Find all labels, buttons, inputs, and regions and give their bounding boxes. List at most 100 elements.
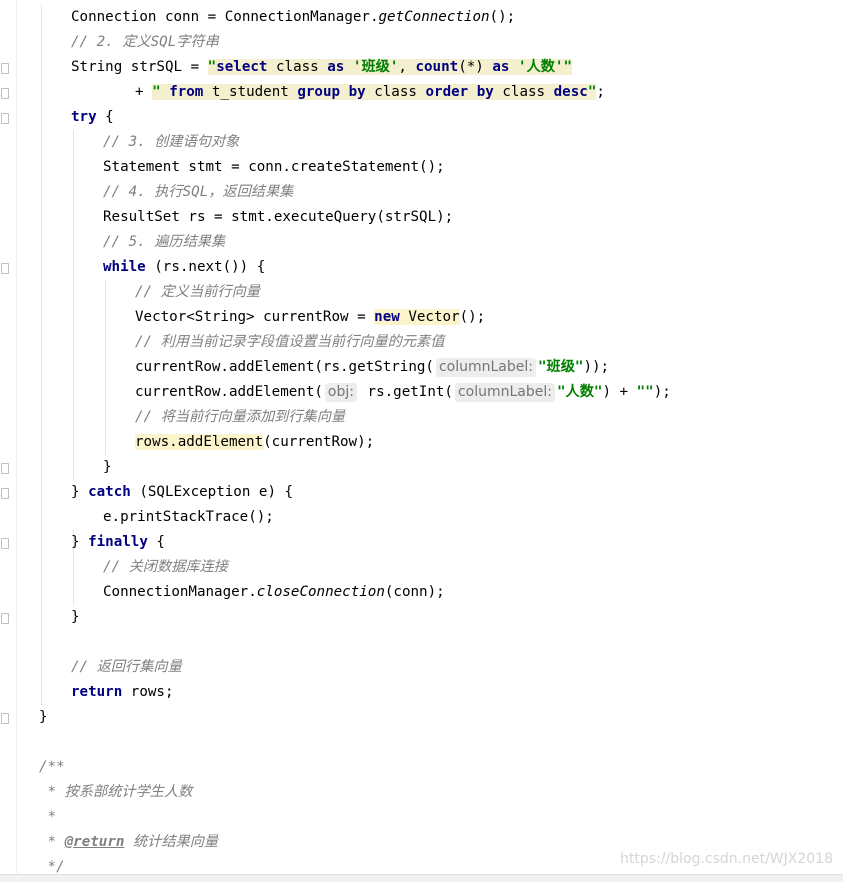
code-token: class bbox=[365, 84, 426, 100]
code-token: rows; bbox=[122, 684, 174, 700]
code-line[interactable]: // 3. 创建语句对象 bbox=[103, 130, 239, 155]
watermark: https://blog.csdn.net/WJX2018 bbox=[620, 851, 833, 867]
code-token: */ bbox=[39, 859, 65, 875]
code-token: )); bbox=[583, 359, 610, 375]
code-line[interactable]: Vector<String> currentRow = new Vector()… bbox=[135, 305, 485, 330]
fold-toggle-icon[interactable] bbox=[1, 113, 9, 124]
code-token: Connection conn = ConnectionManager. bbox=[71, 9, 379, 25]
code-line[interactable]: // 4. 执行SQL，返回结果集 bbox=[103, 180, 293, 205]
code-token: // 3. 创建语句对象 bbox=[103, 134, 240, 150]
code-token: } bbox=[39, 709, 48, 725]
code-token: catch bbox=[88, 484, 131, 500]
code-token: as bbox=[492, 59, 510, 75]
code-token: * bbox=[39, 834, 65, 850]
code-line[interactable]: + " from t_student group by class order … bbox=[135, 80, 605, 105]
code-token: } bbox=[71, 609, 80, 625]
code-line[interactable]: // 关闭数据库连接 bbox=[103, 555, 228, 580]
parameter-hint: columnLabel: bbox=[435, 358, 536, 377]
code-line[interactable]: ResultSet rs = stmt.executeQuery(strSQL)… bbox=[103, 205, 453, 230]
code-token: // 关闭数据库连接 bbox=[103, 559, 228, 575]
code-token: ConnectionManager. bbox=[103, 584, 257, 600]
code-token: @return bbox=[64, 834, 125, 850]
fold-toggle-icon[interactable] bbox=[1, 538, 9, 549]
code-token: String strSQL = bbox=[71, 59, 208, 75]
fold-toggle-icon[interactable] bbox=[1, 263, 9, 274]
code-token: " bbox=[152, 84, 170, 100]
indent-guide bbox=[73, 130, 74, 480]
code-token: from bbox=[169, 84, 204, 100]
code-line[interactable]: while (rs.next()) { bbox=[103, 255, 265, 280]
code-line[interactable]: // 返回行集向量 bbox=[71, 655, 182, 680]
fold-toggle-icon[interactable] bbox=[1, 463, 9, 474]
code-token: + bbox=[135, 84, 153, 100]
indent-guide bbox=[41, 5, 42, 705]
code-token: rs.getInt( bbox=[358, 384, 453, 400]
code-line[interactable]: } bbox=[39, 705, 48, 730]
code-token: closeConnection bbox=[256, 584, 385, 600]
code-line[interactable]: currentRow.addElement(rs.getString(colum… bbox=[135, 355, 609, 380]
code-token: (currentRow); bbox=[263, 434, 375, 450]
code-line[interactable]: String strSQL = "select class as '班级', c… bbox=[71, 55, 573, 80]
code-editor[interactable]: Connection conn = ConnectionManager.getC… bbox=[0, 0, 843, 882]
code-token bbox=[468, 84, 477, 100]
code-token: // 2. 定义SQL字符串 bbox=[71, 34, 219, 50]
fold-toggle-icon[interactable] bbox=[1, 613, 9, 624]
code-line[interactable]: Statement stmt = conn.createStatement(); bbox=[103, 155, 445, 180]
code-line[interactable]: * 按系部统计学生人数 bbox=[39, 780, 193, 805]
code-token: finally bbox=[88, 534, 148, 550]
code-token: * 按系部统计学生人数 bbox=[39, 784, 193, 800]
code-token: // 5. 遍历结果集 bbox=[103, 234, 226, 250]
code-token: ResultSet rs = stmt.executeQuery(strSQL)… bbox=[103, 209, 454, 225]
code-token: by bbox=[348, 84, 366, 100]
fold-toggle-icon[interactable] bbox=[1, 713, 9, 724]
code-token: 统计结果向量 bbox=[124, 834, 219, 850]
code-token: Statement stmt = conn.createStatement(); bbox=[103, 159, 445, 175]
code-line[interactable]: } catch (SQLException e) { bbox=[71, 480, 293, 505]
code-line[interactable]: // 2. 定义SQL字符串 bbox=[71, 30, 219, 55]
code-line[interactable]: rows.addElement(currentRow); bbox=[135, 430, 374, 455]
code-token: while bbox=[103, 259, 146, 275]
code-token: rows.addElement bbox=[135, 434, 264, 450]
indent-guide bbox=[73, 555, 74, 605]
indent-guide bbox=[105, 280, 106, 455]
code-token: Vector bbox=[399, 309, 460, 325]
fold-toggle-icon[interactable] bbox=[1, 63, 9, 74]
code-line[interactable]: // 将当前行向量添加到行集向量 bbox=[135, 405, 345, 430]
code-token: } bbox=[103, 459, 112, 475]
code-line[interactable]: // 利用当前记录字段值设置当前行向量的元素值 bbox=[135, 330, 444, 355]
code-token: (); bbox=[459, 309, 486, 325]
code-token: " bbox=[563, 59, 573, 75]
code-token: (); bbox=[489, 9, 516, 25]
code-token: "" bbox=[636, 384, 654, 400]
code-line[interactable]: try { bbox=[71, 105, 114, 130]
code-token: e.printStackTrace(); bbox=[103, 509, 274, 525]
code-line[interactable]: e.printStackTrace(); bbox=[103, 505, 274, 530]
fold-toggle-icon[interactable] bbox=[1, 88, 9, 99]
code-line[interactable]: return rows; bbox=[71, 680, 174, 705]
code-line[interactable]: * bbox=[39, 805, 57, 830]
code-line[interactable]: currentRow.addElement(obj: rs.getInt(col… bbox=[135, 380, 671, 405]
code-token bbox=[509, 59, 518, 75]
code-token bbox=[344, 59, 353, 75]
code-line[interactable]: } finally { bbox=[71, 530, 165, 555]
code-token: group bbox=[297, 84, 341, 100]
code-token: getConnection bbox=[378, 9, 490, 25]
code-token: } bbox=[71, 484, 89, 500]
code-line[interactable]: } bbox=[71, 605, 80, 630]
code-line[interactable]: // 定义当前行向量 bbox=[135, 280, 260, 305]
code-line[interactable]: * @return 统计结果向量 bbox=[39, 830, 219, 855]
code-token: * bbox=[39, 809, 57, 825]
code-line[interactable]: } bbox=[103, 455, 112, 480]
code-token: '班级' bbox=[352, 59, 399, 75]
code-token: , bbox=[398, 59, 416, 75]
code-line[interactable]: /** bbox=[39, 755, 65, 780]
code-line[interactable]: // 5. 遍历结果集 bbox=[103, 230, 225, 255]
code-line[interactable]: Connection conn = ConnectionManager.getC… bbox=[71, 5, 515, 30]
code-token: try bbox=[71, 109, 97, 125]
code-token: { bbox=[147, 534, 165, 550]
code-token: return bbox=[71, 684, 123, 700]
code-line[interactable]: ConnectionManager.closeConnection(conn); bbox=[103, 580, 445, 605]
parameter-hint: obj: bbox=[324, 383, 357, 402]
code-token: (rs.next()) { bbox=[145, 259, 266, 275]
fold-toggle-icon[interactable] bbox=[1, 488, 9, 499]
